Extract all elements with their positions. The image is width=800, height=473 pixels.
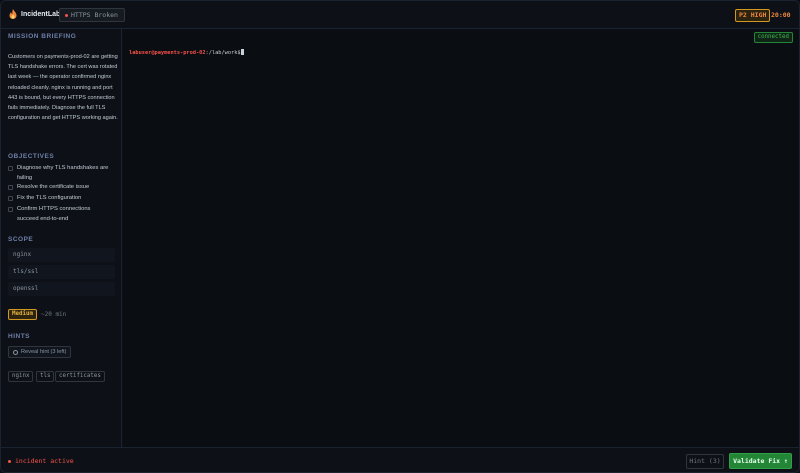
scenario-label: HTTPS Broken [71, 11, 118, 19]
scope-item: tls/ssl [8, 265, 115, 279]
status-dot-icon [8, 459, 11, 463]
objective-item[interactable]: Confirm HTTPS connections succeed end-to… [8, 205, 113, 224]
incident-status-label: incident active [15, 457, 74, 465]
objective-label: Confirm HTTPS connections succeed end-to… [17, 206, 91, 222]
severity-badge: P2 HIGH [735, 9, 771, 22]
hint-button[interactable]: Hint (3) [686, 454, 724, 469]
objective-label: Fix the TLS configuration [17, 195, 82, 201]
tag-chip: nginx [8, 371, 34, 382]
scope-title: SCOPE [8, 236, 34, 243]
top-bar: IncidentLab HTTPS Broken P2 HIGH 20:00 [1, 1, 799, 29]
prompt-user-host: labuser@payments-prod-02 [129, 50, 206, 56]
tag-chip: certificates [55, 371, 105, 382]
difficulty-badge: Medium [8, 309, 37, 320]
terminal-prompt[interactable]: labuser@payments-prod-02:/lab/work$ [129, 49, 244, 56]
objective-label: Resolve the certificate issue [17, 184, 90, 190]
reveal-hint-button[interactable]: Reveal hint (3 left) [8, 346, 72, 358]
lightbulb-icon [13, 349, 18, 355]
objectives-title: OBJECTIVES [8, 153, 55, 160]
terminal-cursor [240, 49, 244, 55]
app-window: IncidentLab HTTPS Broken P2 HIGH 20:00 M… [0, 0, 800, 473]
briefing-text: Customers on payments-prod-02 are gettin… [8, 54, 118, 122]
scenario-chip: HTTPS Broken [59, 8, 125, 22]
objective-label: Diagnose why TLS handshakes are failing [17, 165, 109, 181]
footer-bar: incident active Hint (3) Validate Fix ↑ [1, 447, 799, 472]
alert-dot-icon [65, 13, 68, 17]
app-name: IncidentLab [21, 10, 61, 18]
tag-chip: tls [36, 371, 55, 382]
objective-item[interactable]: Fix the TLS configuration [8, 194, 113, 204]
brand: IncidentLab [9, 9, 60, 19]
objective-item[interactable]: Diagnose why TLS handshakes are failing [8, 164, 113, 183]
hints-title: HINTS [8, 333, 30, 340]
objective-checkbox[interactable] [8, 185, 13, 190]
reveal-hint-label: Reveal hint (3 left) [21, 349, 67, 355]
incident-status: incident active [8, 457, 74, 465]
validate-fix-button[interactable]: Validate Fix ↑ [729, 453, 792, 469]
terminal-pane[interactable]: connected labuser@payments-prod-02:/lab/… [123, 29, 799, 447]
countdown-timer: 20:00 [771, 11, 791, 19]
objective-checkbox[interactable] [8, 166, 13, 171]
connection-status-badge: connected [753, 32, 793, 43]
scope-item: nginx [8, 248, 115, 262]
flame-icon [9, 9, 17, 19]
prompt-path: :/lab/work$ [205, 50, 241, 56]
scope-item: openssl [8, 282, 115, 296]
objective-checkbox[interactable] [8, 207, 13, 212]
objective-checkbox[interactable] [8, 196, 13, 201]
estimated-time: ~20 min [41, 311, 67, 318]
briefing-title: MISSION BRIEFING [8, 33, 77, 40]
objective-item[interactable]: Resolve the certificate issue [8, 183, 113, 193]
